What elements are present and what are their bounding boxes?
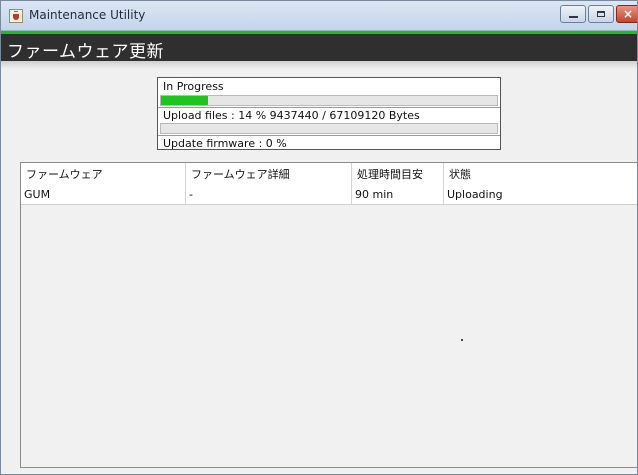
upload-progress-fill [161,96,209,105]
update-progress-bar [160,123,498,134]
page-header: ファームウェア更新 [1,31,637,62]
status-label: In Progress [163,80,224,93]
column-header-status[interactable]: 状態 [444,163,637,185]
window-title: Maintenance Utility [29,8,146,22]
app-window: Maintenance Utility × ファームウェア更新 In Progr… [0,0,638,475]
progress-panel: In Progress Upload files : 14 % 9437440 … [157,77,501,150]
column-header-firmware-detail[interactable]: ファームウェア詳細 [186,163,352,185]
cell-firmware-detail: - [186,185,352,204]
stray-pixel [461,339,463,341]
column-header-firmware[interactable]: ファームウェア [21,163,186,185]
divider [158,107,500,108]
minimize-icon [568,16,578,18]
minimize-button[interactable] [560,5,586,23]
close-button[interactable]: × [616,5,637,23]
table-header: ファームウェア ファームウェア詳細 処理時間目安 状態 [21,163,637,186]
upload-progress-bar [160,95,498,106]
header-shadow [1,61,637,69]
divider [158,135,500,136]
column-header-estimated-time[interactable]: 処理時間目安 [352,163,444,185]
cell-status: Uploading [447,188,503,201]
update-label: Update firmware : 0 % [163,137,287,150]
cell-firmware: GUM [21,185,186,204]
table-row[interactable]: GUM - 90 min Uploading [21,185,637,205]
maximize-icon [597,11,605,17]
cell-estimated-time: 90 min [352,185,444,204]
close-icon: × [622,7,634,21]
maximize-button[interactable] [588,5,614,23]
firmware-table: ファームウェア ファームウェア詳細 処理時間目安 状態 GUM - 90 min… [20,162,637,468]
page-title: ファームウェア更新 [7,42,164,62]
upload-label: Upload files : 14 % 9437440 / 67109120 B… [163,109,420,122]
java-cup-icon [9,9,23,23]
title-bar[interactable]: Maintenance Utility × [1,1,637,31]
